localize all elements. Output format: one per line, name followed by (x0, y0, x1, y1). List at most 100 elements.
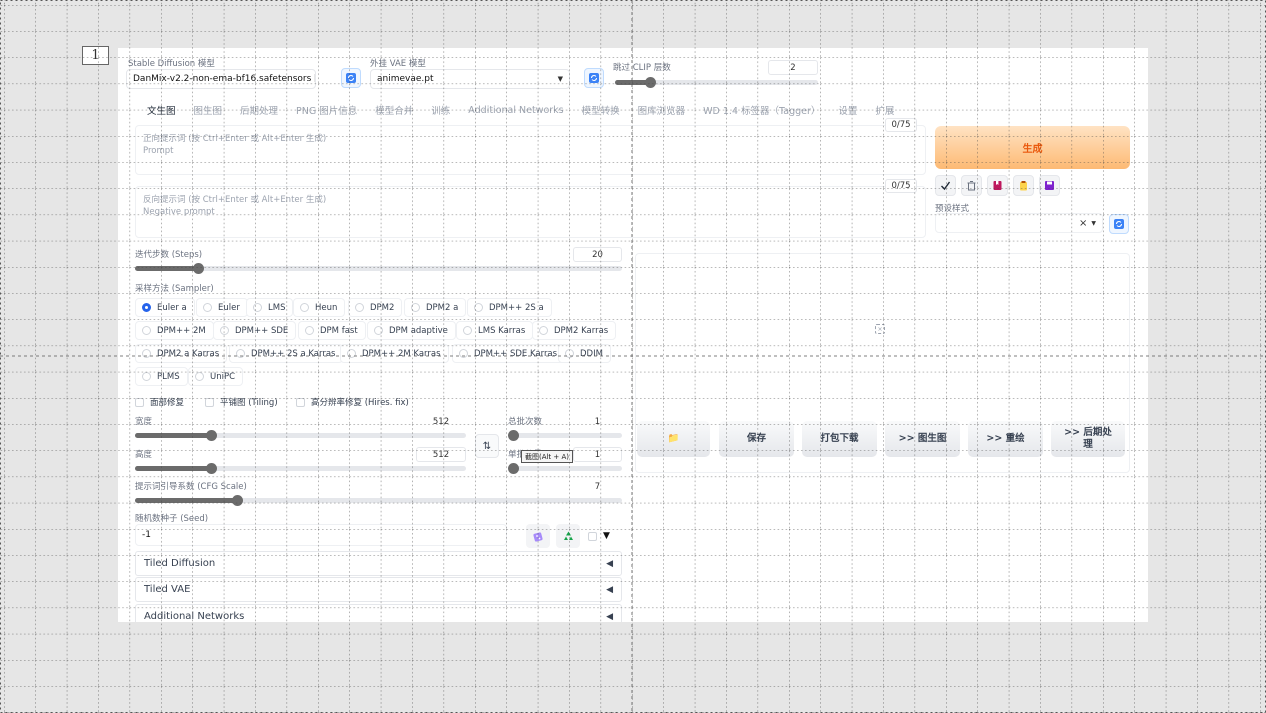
tab-train[interactable]: 训练 (422, 103, 459, 117)
open-folder-button[interactable]: 📁 (637, 421, 710, 457)
tab-extras[interactable]: 后期处理 (231, 103, 287, 117)
height-fill (135, 466, 212, 471)
clip-skip-thumb[interactable] (644, 77, 656, 88)
sampler-lms[interactable]: LMS (246, 298, 294, 317)
radio-dot (300, 303, 309, 312)
cfg-slider[interactable] (135, 495, 622, 506)
sampler-euler[interactable]: Euler (196, 298, 248, 317)
radio-dot (463, 326, 472, 335)
batch-size-thumb[interactable] (508, 463, 519, 474)
random-seed-button[interactable] (526, 524, 550, 548)
steps-input[interactable]: 20 (573, 247, 622, 262)
steps-label: 迭代步数 (Steps) (135, 250, 203, 260)
restore-faces-checkbox[interactable]: 面部修复 (135, 396, 184, 408)
sampler-dpmpp-sde-karras[interactable]: DPM++ SDE Karras (452, 344, 566, 363)
tab-tagger[interactable]: WD 1.4 标签器（Tagger） (694, 103, 829, 117)
cfg-thumb[interactable] (232, 495, 244, 506)
height-slider[interactable] (135, 463, 466, 474)
accordion-additional-networks[interactable]: Additional Networks ◀ (135, 604, 622, 622)
cfg-fill (135, 498, 238, 503)
radio-dot (142, 372, 151, 381)
sampler-dpmpp-2s-a-karras[interactable]: DPM++ 2S a Karras (229, 344, 344, 363)
refresh-model-button[interactable] (341, 68, 361, 88)
sampler-dpm2[interactable]: DPM2 (348, 298, 403, 317)
generate-button[interactable]: 生成 (935, 126, 1130, 169)
tab-model-convert[interactable]: 模型转换 (573, 103, 629, 117)
save-button[interactable]: 保存 (719, 421, 794, 457)
radio-dot (539, 326, 548, 335)
sampler-euler-a[interactable]: Euler a (135, 298, 195, 317)
batch-count-input[interactable]: 1 (573, 414, 622, 429)
swap-dimensions-button[interactable]: ⇅ (475, 434, 499, 458)
sampler-dpmpp-sde[interactable]: DPM++ SDE (213, 321, 297, 340)
tiling-checkbox[interactable]: 平铺图 (Tiling) (205, 396, 278, 408)
clear-prompt-button[interactable] (961, 175, 982, 196)
sampler-heun[interactable]: Heun (293, 298, 346, 317)
tab-image-browser[interactable]: 图库浏览器 (629, 103, 695, 117)
steps-slider[interactable] (135, 263, 622, 274)
clip-skip-input[interactable]: 2 (768, 60, 818, 75)
sampler-dpmpp-2s-a[interactable]: DPM++ 2S a (467, 298, 552, 317)
steps-thumb[interactable] (193, 263, 205, 274)
save-style-button[interactable] (1039, 175, 1060, 196)
width-input[interactable]: 512 (416, 414, 466, 429)
sampler-dpm-fast[interactable]: DPM fast (298, 321, 366, 340)
styles-select[interactable]: × ▼ (935, 213, 1103, 233)
sampler-dpm2-a-karras[interactable]: DPM2 a Karras (135, 344, 228, 363)
clip-skip-slider[interactable] (615, 77, 818, 88)
refresh-vae-button[interactable] (584, 68, 604, 88)
height-thumb[interactable] (206, 463, 218, 474)
cfg-input[interactable]: 7 (573, 479, 622, 494)
height-input[interactable]: 512 (416, 447, 466, 462)
checkbox-box (296, 397, 305, 407)
sampler-dpm-adaptive[interactable]: DPM adaptive (367, 321, 456, 340)
send-to-extras-button[interactable]: >> 后期处 理 (1051, 421, 1125, 457)
sampler-dpm2-karras[interactable]: DPM2 Karras (532, 321, 617, 340)
width-slider[interactable] (135, 430, 466, 441)
batch-count-thumb[interactable] (508, 430, 519, 441)
reuse-seed-button[interactable] (556, 524, 580, 548)
clear-styles-icon[interactable]: × (1079, 218, 1087, 229)
batch-size-slider[interactable] (508, 463, 622, 474)
sampler-ddim[interactable]: DDIM (558, 344, 611, 363)
negative-prompt-input[interactable]: 反向提示词 (按 Ctrl+Enter 或 Alt+Enter 生成) Nega… (135, 186, 926, 238)
send-to-img2img-button[interactable]: >> 图生图 (885, 421, 960, 457)
tab-img2img[interactable]: 图生图 (185, 103, 232, 117)
sampler-unipc[interactable]: UniPC (188, 367, 244, 386)
clipboard-icon (1020, 181, 1027, 191)
tab-checkpoint-merger[interactable]: 模型合并 (366, 103, 422, 117)
batch-count-slider[interactable] (508, 430, 622, 441)
positive-token-counter: 0/75 (885, 118, 917, 132)
model-select[interactable]: DanMix-v2.2-non-ema-bf16.safetensors [8i (126, 69, 316, 89)
radio-dot (203, 303, 212, 312)
sampler-dpmpp-2m[interactable]: DPM++ 2M (135, 321, 214, 340)
interrupt-check-button[interactable] (935, 175, 956, 196)
accordion-tiled-vae[interactable]: Tiled VAE ◀ (135, 577, 622, 602)
tab-additional-networks[interactable]: Additional Networks (459, 105, 572, 116)
sampler-lms-karras[interactable]: LMS Karras (456, 321, 534, 340)
apply-style-button[interactable] (1013, 175, 1034, 196)
radio-dot (355, 303, 364, 312)
sampler-dpm2-a[interactable]: DPM2 a (404, 298, 467, 317)
refresh-styles-button[interactable] (1109, 214, 1129, 234)
tab-extensions[interactable]: 扩展 (866, 103, 903, 117)
width-thumb[interactable] (206, 430, 218, 441)
seed-input[interactable]: -1 (135, 524, 507, 546)
radio-dot (374, 326, 383, 335)
width-label: 宽度 (135, 417, 153, 427)
chevron-down-icon: ▼ (1091, 219, 1096, 227)
tab-txt2img[interactable]: 文生图 (138, 103, 185, 117)
tab-png-info[interactable]: PNG 图片信息 (287, 103, 366, 117)
send-to-inpaint-button[interactable]: >> 重绘 (968, 421, 1043, 457)
vae-select[interactable]: animevae.pt ▼ (370, 69, 570, 89)
batch-size-input[interactable]: 1 (573, 447, 622, 462)
positive-prompt-input[interactable]: 正向提示词 (按 Ctrl+Enter 或 Alt+Enter 生成) Prom… (135, 125, 926, 175)
zip-download-button[interactable]: 打包下载 (802, 421, 877, 457)
accordion-tiled-diffusion[interactable]: Tiled Diffusion ◀ (135, 551, 622, 576)
tab-settings[interactable]: 设置 (829, 103, 866, 117)
sampler-plms[interactable]: PLMS (135, 367, 188, 386)
hires-fix-checkbox[interactable]: 高分辨率修复 (Hires. fix) (296, 396, 409, 408)
sampler-dpmpp-2m-karras[interactable]: DPM++ 2M Karras (340, 344, 449, 363)
show-extra-networks-button[interactable] (987, 175, 1008, 196)
extra-seed-checkbox[interactable]: ▼ (588, 531, 610, 541)
